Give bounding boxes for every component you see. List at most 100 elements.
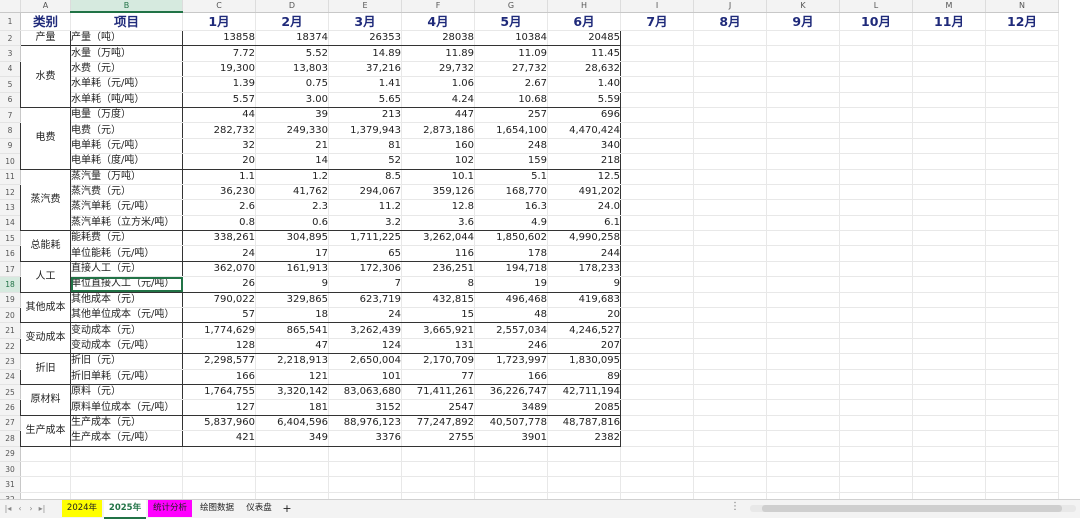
row-header[interactable]: 5 xyxy=(0,76,21,93)
value-cell[interactable]: 128 xyxy=(182,338,256,355)
value-cell[interactable]: 3.00 xyxy=(255,92,329,108)
empty-cell[interactable] xyxy=(985,292,1059,309)
empty-cell[interactable] xyxy=(766,199,840,216)
column-header[interactable]: D xyxy=(255,0,329,13)
value-cell[interactable]: 19 xyxy=(474,276,548,293)
empty-cell[interactable] xyxy=(766,292,840,309)
value-cell[interactable]: 36,226,747 xyxy=(474,383,548,401)
prev-sheet-icon[interactable]: ‹ xyxy=(15,502,25,515)
value-cell[interactable]: 213 xyxy=(328,106,402,124)
empty-cell[interactable] xyxy=(839,384,913,401)
empty-cell[interactable] xyxy=(620,107,694,124)
empty-cell[interactable] xyxy=(693,307,767,324)
empty-cell[interactable] xyxy=(839,430,913,447)
value-cell[interactable]: 57 xyxy=(182,307,256,324)
empty-cell[interactable] xyxy=(693,199,767,216)
sheet-tab[interactable]: 绘图数据 xyxy=(194,500,240,517)
empty-cell[interactable] xyxy=(620,492,694,499)
empty-cell[interactable] xyxy=(912,338,986,355)
empty-cell[interactable] xyxy=(766,415,840,432)
row-header[interactable]: 14 xyxy=(0,215,21,232)
value-cell[interactable]: 3489 xyxy=(474,399,548,416)
empty-cell[interactable] xyxy=(912,492,986,499)
row-header[interactable]: 22 xyxy=(0,338,21,355)
value-cell[interactable]: 116 xyxy=(401,245,475,262)
empty-cell[interactable] xyxy=(620,353,694,370)
empty-cell[interactable] xyxy=(620,261,694,278)
empty-cell[interactable] xyxy=(620,307,694,324)
value-cell[interactable]: 26353 xyxy=(328,29,402,47)
month-header[interactable]: 3月 xyxy=(328,12,402,31)
empty-cell[interactable] xyxy=(474,476,548,493)
empty-cell[interactable] xyxy=(693,476,767,493)
value-cell[interactable]: 29,732 xyxy=(401,61,475,78)
empty-cell[interactable] xyxy=(693,261,767,278)
value-cell[interactable]: 41,762 xyxy=(255,184,329,201)
value-cell[interactable]: 102 xyxy=(401,153,475,170)
category-cell[interactable]: 电费 xyxy=(20,106,71,170)
empty-cell[interactable] xyxy=(474,461,548,478)
category-cell[interactable]: 蒸汽费 xyxy=(20,168,71,232)
empty-cell[interactable] xyxy=(693,415,767,432)
value-cell[interactable]: 83,063,680 xyxy=(328,383,402,401)
empty-cell[interactable] xyxy=(985,399,1059,416)
value-cell[interactable]: 236,251 xyxy=(401,260,475,278)
row-header[interactable]: 32 xyxy=(0,492,21,499)
empty-cell[interactable] xyxy=(620,292,694,309)
empty-cell[interactable] xyxy=(693,215,767,232)
empty-cell[interactable] xyxy=(912,307,986,324)
column-header[interactable]: J xyxy=(693,0,767,13)
empty-cell[interactable] xyxy=(912,30,986,47)
value-cell[interactable]: 2,557,034 xyxy=(474,322,548,339)
empty-cell[interactable] xyxy=(912,199,986,216)
empty-cell[interactable] xyxy=(766,45,840,62)
value-cell[interactable]: 1,850,602 xyxy=(474,230,548,247)
empty-cell[interactable] xyxy=(839,138,913,155)
empty-cell[interactable] xyxy=(912,45,986,62)
item-header[interactable]: 项目 xyxy=(70,12,183,31)
empty-cell[interactable] xyxy=(328,461,402,478)
item-cell[interactable]: 蒸汽单耗（立方米/吨） xyxy=(70,215,183,232)
value-cell[interactable]: 14 xyxy=(255,153,329,170)
category-cell[interactable]: 其他成本 xyxy=(20,291,71,324)
empty-cell[interactable] xyxy=(693,45,767,62)
empty-cell[interactable] xyxy=(620,322,694,339)
empty-cell[interactable] xyxy=(985,92,1059,108)
value-cell[interactable]: 166 xyxy=(182,369,256,385)
row-header[interactable]: 13 xyxy=(0,199,21,216)
empty-cell[interactable] xyxy=(766,276,840,293)
value-cell[interactable]: 696 xyxy=(547,106,621,124)
empty-cell[interactable] xyxy=(985,76,1059,93)
row-header[interactable]: 19 xyxy=(0,292,21,309)
value-cell[interactable]: 28038 xyxy=(401,29,475,47)
empty-cell[interactable] xyxy=(766,138,840,155)
empty-cell[interactable] xyxy=(474,492,548,499)
row-header[interactable]: 11 xyxy=(0,169,21,185)
category-cell[interactable]: 产量 xyxy=(20,29,71,47)
empty-cell[interactable] xyxy=(547,492,621,499)
empty-cell[interactable] xyxy=(620,92,694,108)
empty-cell[interactable] xyxy=(620,446,694,462)
empty-cell[interactable] xyxy=(693,184,767,201)
value-cell[interactable]: 4,470,424 xyxy=(547,122,621,139)
empty-cell[interactable] xyxy=(912,230,986,247)
first-sheet-icon[interactable]: |◂ xyxy=(3,502,13,515)
item-cell[interactable]: 其他成本（元） xyxy=(70,291,183,309)
item-cell[interactable]: 直接人工（元） xyxy=(70,260,183,278)
item-cell[interactable]: 电单耗（元/吨） xyxy=(70,138,183,155)
empty-cell[interactable] xyxy=(766,322,840,339)
value-cell[interactable]: 3.2 xyxy=(328,215,402,232)
empty-cell[interactable] xyxy=(401,492,475,499)
value-cell[interactable]: 12.8 xyxy=(401,199,475,216)
value-cell[interactable]: 39 xyxy=(255,106,329,124)
value-cell[interactable]: 421 xyxy=(182,430,256,447)
column-header[interactable]: L xyxy=(839,0,913,13)
value-cell[interactable]: 166 xyxy=(474,369,548,385)
empty-cell[interactable] xyxy=(255,476,329,493)
value-cell[interactable]: 10384 xyxy=(474,29,548,47)
value-cell[interactable]: 159 xyxy=(474,153,548,170)
empty-cell[interactable] xyxy=(766,384,840,401)
value-cell[interactable]: 207 xyxy=(547,338,621,355)
empty-cell[interactable] xyxy=(912,184,986,201)
value-cell[interactable]: 1,774,629 xyxy=(182,322,256,339)
